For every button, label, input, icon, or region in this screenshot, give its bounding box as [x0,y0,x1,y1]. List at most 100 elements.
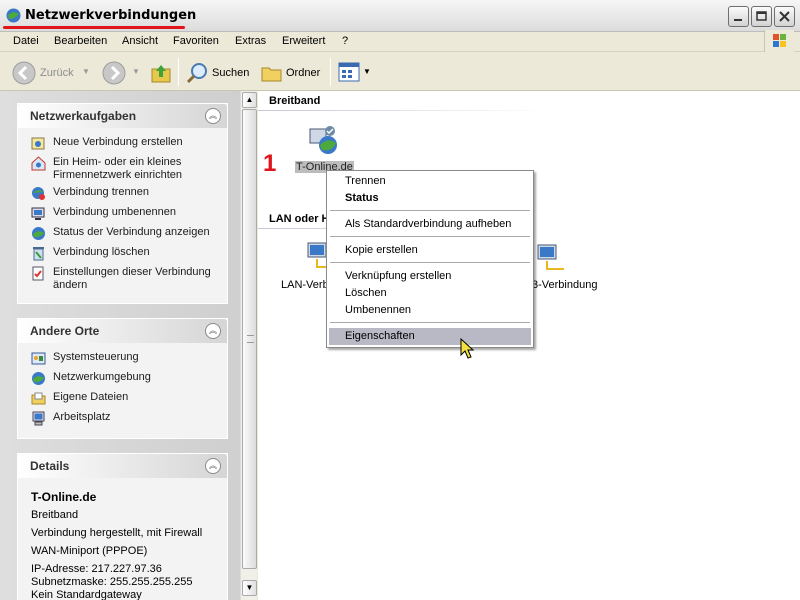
ctx-separator [330,262,530,263]
folders-button[interactable]: Ordner [258,58,324,86]
network-connections-icon [6,8,21,23]
details-panel: Details ︽ T-Online.de Breitband Verbindu… [17,453,228,600]
details-gateway: Kein Standardgateway [31,589,142,600]
minimize-button[interactable] [728,6,749,27]
task-pane-scrollbar[interactable]: ▲ ▼ [240,91,257,600]
maximize-button[interactable] [751,6,772,27]
collapse-details-button[interactable]: ︽ [205,458,221,474]
task-pane: Netzwerkaufgaben ︽ Neue Verbindung erste… [0,91,240,600]
menu-extras[interactable]: Extras [235,35,266,47]
details-header[interactable]: Details ︽ [18,454,227,478]
views-button[interactable]: ▼ [336,58,372,86]
task-delete[interactable]: Verbindung löschen [28,246,227,266]
forward-button[interactable]: ▼ [100,58,144,86]
search-button[interactable]: Suchen [184,58,252,86]
close-icon [779,11,790,22]
menu-favoriten[interactable]: Favoriten [173,35,219,47]
task-new-connection[interactable]: Neue Verbindung erstellen [28,136,227,156]
my-documents-icon [31,392,46,405]
ctx-rename[interactable]: Umbenennen [329,302,531,319]
scroll-up-button[interactable]: ▲ [242,92,257,108]
ctx-properties[interactable]: Eigenschaften [329,328,531,345]
up-folder-icon [151,65,171,83]
details-ip-address: IP-Adresse: 217.227.97.36 [31,563,162,575]
collapse-other-places-button[interactable]: ︽ [205,323,221,339]
control-panel-icon [31,352,46,365]
place-my-computer[interactable]: Arbeitsplatz [28,411,227,431]
context-menu: Trennen Status Als Standardverbindung au… [326,170,534,348]
disconnect-icon [32,187,45,200]
menu-bar: Datei Bearbeiten Ansicht Favoriten Extra… [0,32,800,52]
ctx-status[interactable]: Status [329,190,531,207]
ctx-separator [330,322,530,323]
broadband-connection-icon[interactable] [308,123,342,157]
back-button[interactable]: Zurück ▼ [10,58,90,86]
ctx-trennen[interactable]: Trennen [329,173,531,190]
title-annotation-underline [3,26,185,29]
home-network-icon [31,156,46,171]
ctx-remove-default[interactable]: Als Standardverbindung aufheben [329,216,531,233]
other-connection-label[interactable]: 3-Verbindung [532,279,597,291]
scroll-thumb[interactable] [242,109,257,569]
ctx-separator [330,210,530,211]
task-rename[interactable]: Verbindung umbenennen [28,206,227,226]
network-tasks-header[interactable]: Netzwerkaufgaben ︽ [18,104,227,128]
ctx-delete[interactable]: Löschen [329,285,531,302]
other-places-header[interactable]: Andere Orte ︽ [18,319,227,343]
place-my-documents[interactable]: Eigene Dateien [28,391,227,411]
task-label: Ein Heim- oder ein kleines Firmennetzwer… [53,156,182,181]
delete-icon [33,247,44,261]
menu-datei[interactable]: Datei [13,35,39,47]
other-places-panel: Andere Orte ︽ Systemsteuerung Netzwerkum… [17,318,228,439]
close-button[interactable] [774,6,795,27]
group-broadband-title: Breitband [269,95,321,107]
network-tasks-panel: Netzwerkaufgaben ︽ Neue Verbindung erste… [17,103,228,304]
toolbar: Zurück ▼ ▼ Suchen Ordner ▼ [0,53,800,91]
network-tasks-title: Netzwerkaufgaben [30,109,137,123]
menu-erweitert[interactable]: Erweitert [282,35,325,47]
lan-connection-label[interactable]: LAN-Verb [281,279,329,291]
place-control-panel[interactable]: Systemsteuerung [28,351,227,371]
back-label: Zurück [40,67,74,79]
menu-bearbeiten[interactable]: Bearbeiten [54,35,107,47]
search-label: Suchen [212,67,250,79]
maximize-icon [756,11,767,21]
my-computer-icon [32,411,45,426]
details-connection-name: T-Online.de [31,490,97,504]
ctx-copy[interactable]: Kopie erstellen [329,242,531,259]
new-connection-icon [31,137,45,150]
menu-ansicht[interactable]: Ansicht [122,35,158,47]
task-label: Verbindung trennen [53,186,150,198]
place-label: Arbeitsplatz [53,411,111,423]
back-dropdown-icon: ▼ [82,67,90,76]
annotation-marker-1: 1 [263,150,277,177]
scroll-grip-icon [247,335,254,343]
place-label: Eigene Dateien [53,391,129,403]
menu-help[interactable]: ? [342,35,348,47]
ctx-create-shortcut[interactable]: Verknüpfung erstellen [329,268,531,285]
windows-flag-icon [773,34,786,47]
up-folder-button[interactable] [148,58,174,86]
toolbar-separator [330,58,331,86]
network-connection-icon[interactable] [536,241,570,275]
windows-logo [764,30,794,52]
network-places-icon [32,372,45,385]
explorer-window: Netzwerkverbindungen Datei Bearbeiten An… [0,0,800,600]
views-dropdown-icon: ▼ [363,67,371,76]
group-lan-title: LAN oder H [269,213,330,225]
place-label: Systemsteuerung [53,351,139,363]
details-device: WAN-Miniport (PPPOE) [31,545,148,557]
views-icon [338,62,360,82]
details-status: Verbindung hergestellt, mit Firewall [31,527,203,539]
scroll-down-button[interactable]: ▼ [242,580,257,596]
mouse-cursor-icon [460,338,474,359]
minimize-icon [734,19,742,21]
place-network-places[interactable]: Netzwerkumgebung [28,371,227,391]
task-home-network[interactable]: Ein Heim- oder ein kleines Firmennetzwer… [28,156,227,186]
status-icon [32,227,45,240]
task-disconnect[interactable]: Verbindung trennen [28,186,227,206]
collapse-network-tasks-button[interactable]: ︽ [205,108,221,124]
ctx-separator [330,236,530,237]
task-change-settings[interactable]: Einstellungen dieser Verbindung ändern [28,266,227,294]
task-status[interactable]: Status der Verbindung anzeigen [28,226,227,246]
